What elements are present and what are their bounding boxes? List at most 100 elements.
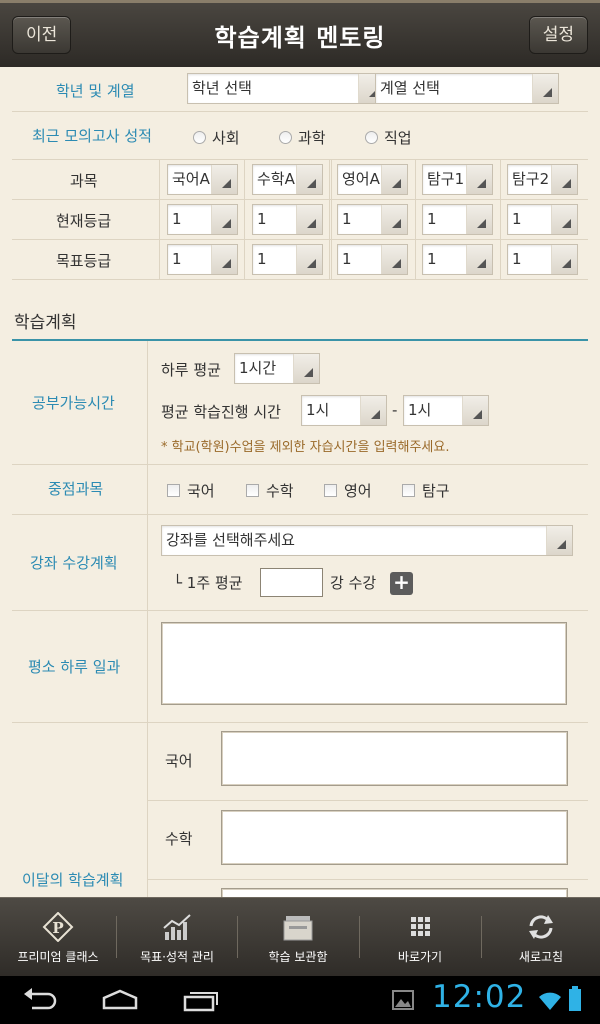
target-grade-select-1[interactable]: 1 bbox=[167, 244, 238, 275]
dropdown-arrow-icon bbox=[551, 165, 577, 194]
back-nav-icon[interactable] bbox=[22, 988, 58, 1012]
grade-select[interactable]: 학년 선택 bbox=[187, 73, 385, 104]
label-column-divider bbox=[147, 341, 148, 897]
dropdown-arrow-icon bbox=[293, 354, 319, 383]
weekly-lecture-count-input[interactable] bbox=[260, 568, 323, 597]
current-grade-select-1[interactable]: 1 bbox=[167, 204, 238, 235]
target-grade-select-5[interactable]: 1 bbox=[507, 244, 578, 275]
refresh-icon bbox=[529, 915, 553, 939]
settings-button[interactable]: 설정 bbox=[528, 16, 588, 54]
target-grade-label: 목표등급 bbox=[56, 252, 112, 270]
grade-row-label: 학년 및 계열 bbox=[56, 82, 135, 100]
plan-section-title: 학습계획 bbox=[14, 313, 77, 333]
home-nav-icon[interactable] bbox=[100, 988, 140, 1012]
battery-icon bbox=[569, 986, 581, 1011]
dropdown-arrow-icon bbox=[462, 396, 488, 425]
tab-premium-class[interactable]: P 프리미엄 클래스 bbox=[0, 898, 116, 977]
monthly-subject-korean: 국어 bbox=[165, 752, 193, 770]
subject-select-3[interactable]: 영어A bbox=[337, 164, 408, 195]
study-time-row: 공부가능시간 하루 평균 1시간 평균 학습진행 시간 1시 - 1시 * 학교… bbox=[12, 341, 588, 465]
daily-average-select[interactable]: 1시간 bbox=[234, 353, 320, 384]
table-divider bbox=[244, 160, 245, 280]
dropdown-arrow-icon bbox=[466, 205, 492, 234]
monthly-korean-textarea[interactable] bbox=[221, 731, 568, 786]
daily-routine-textarea[interactable] bbox=[161, 622, 567, 705]
monthly-plan-label: 이달의 학습계획 bbox=[22, 871, 124, 889]
tab-study-storage[interactable]: 학습 보관함 bbox=[238, 898, 358, 977]
target-grade-select-2[interactable]: 1 bbox=[252, 244, 323, 275]
subject-select-1[interactable]: 국어A bbox=[167, 164, 238, 195]
current-grade-select-3[interactable]: 1 bbox=[337, 204, 408, 235]
checkbox-icon bbox=[324, 484, 337, 497]
page-title: 학습계획 멘토링 bbox=[214, 24, 386, 52]
dropdown-arrow-icon bbox=[296, 205, 322, 234]
current-grade-select-4[interactable]: 1 bbox=[422, 204, 493, 235]
folder-icon bbox=[283, 916, 313, 941]
add-lecture-button[interactable]: + bbox=[390, 572, 413, 595]
target-grade-row: 목표등급 1 1 1 1 1 bbox=[12, 240, 588, 280]
avg-study-time-label: 평균 학습진행 시간 bbox=[161, 403, 281, 421]
table-divider bbox=[331, 160, 332, 280]
end-time-select[interactable]: 1시 bbox=[403, 395, 489, 426]
tab-refresh[interactable]: 새로고침 bbox=[482, 898, 600, 977]
app-header: 이전 학습계획 멘토링 설정 bbox=[0, 0, 600, 67]
radio-vocational[interactable]: 직업 bbox=[365, 127, 412, 148]
svg-text:P: P bbox=[52, 919, 63, 937]
dropdown-arrow-icon bbox=[211, 165, 237, 194]
dropdown-arrow-icon bbox=[211, 245, 237, 274]
dropdown-arrow-icon bbox=[381, 165, 407, 194]
weekly-average-label: └ 1주 평균 bbox=[173, 574, 243, 592]
track-select[interactable]: 계열 선택 bbox=[375, 73, 559, 104]
monthly-math-textarea[interactable] bbox=[221, 810, 568, 865]
checkbox-icon bbox=[246, 484, 259, 497]
target-grade-select-4[interactable]: 1 bbox=[422, 244, 493, 275]
checkbox-english[interactable]: 영어 bbox=[324, 480, 372, 501]
daily-routine-label: 평소 하루 일과 bbox=[28, 658, 121, 676]
lecture-plan-label: 강좌 수강계획 bbox=[30, 554, 118, 572]
lecture-plan-row: 강좌 수강계획 강좌를 선택해주세요 └ 1주 평균 강 수강 + bbox=[12, 515, 588, 611]
current-grade-select-5[interactable]: 1 bbox=[507, 204, 578, 235]
dropdown-arrow-icon bbox=[360, 396, 386, 425]
monthly-next-textarea[interactable] bbox=[221, 888, 568, 897]
table-divider bbox=[159, 160, 160, 280]
checkbox-korean[interactable]: 국어 bbox=[167, 480, 215, 501]
tab-shortcut[interactable]: 바로가기 bbox=[360, 898, 480, 977]
table-divider bbox=[329, 160, 330, 280]
current-grade-label: 현재등급 bbox=[56, 212, 112, 230]
focus-subject-row: 중점과목 국어 수학 영어 탐구 bbox=[12, 465, 588, 515]
dropdown-arrow-icon bbox=[466, 245, 492, 274]
dropdown-arrow-icon bbox=[381, 245, 407, 274]
recent-apps-icon[interactable] bbox=[182, 988, 220, 1012]
study-time-label: 공부가능시간 bbox=[32, 394, 115, 412]
monthly-plan-row: 이달의 학습계획 국어 수학 bbox=[12, 723, 588, 897]
checkbox-icon bbox=[402, 484, 415, 497]
subject-select-2[interactable]: 수학A bbox=[252, 164, 323, 195]
start-time-select[interactable]: 1시 bbox=[301, 395, 387, 426]
dropdown-arrow-icon bbox=[551, 205, 577, 234]
current-grade-select-2[interactable]: 1 bbox=[252, 204, 323, 235]
premium-logo-icon: P bbox=[42, 912, 74, 942]
gallery-notification-icon bbox=[392, 990, 414, 1010]
checkbox-inquiry[interactable]: 탐구 bbox=[402, 480, 450, 501]
lecture-select[interactable]: 강좌를 선택해주세요 bbox=[161, 525, 573, 556]
checkbox-math[interactable]: 수학 bbox=[246, 480, 294, 501]
dropdown-arrow-icon bbox=[296, 165, 322, 194]
subjects-row: 과목 국어A 수학A 영어A 탐구1 탐구2 bbox=[12, 160, 588, 200]
dropdown-arrow-icon bbox=[551, 245, 577, 274]
table-divider bbox=[500, 160, 501, 280]
target-grade-select-3[interactable]: 1 bbox=[337, 244, 408, 275]
subrow-divider bbox=[148, 879, 588, 880]
mock-exam-row: 최근 모의고사 성적 사회 과학 직업 bbox=[12, 112, 588, 160]
tab-goal-score[interactable]: 목표·성적 관리 bbox=[117, 898, 237, 977]
radio-science[interactable]: 과학 bbox=[279, 127, 326, 148]
system-nav-bar: 12:02 bbox=[0, 976, 600, 1024]
subject-select-5[interactable]: 탐구2 bbox=[507, 164, 578, 195]
dropdown-arrow-icon bbox=[296, 245, 322, 274]
radio-social[interactable]: 사회 bbox=[193, 127, 240, 148]
dropdown-arrow-icon bbox=[532, 74, 558, 103]
radio-icon bbox=[279, 131, 292, 144]
daily-routine-row: 평소 하루 일과 bbox=[12, 611, 588, 723]
chart-icon bbox=[163, 914, 191, 940]
subject-select-4[interactable]: 탐구1 bbox=[422, 164, 493, 195]
checkbox-icon bbox=[167, 484, 180, 497]
